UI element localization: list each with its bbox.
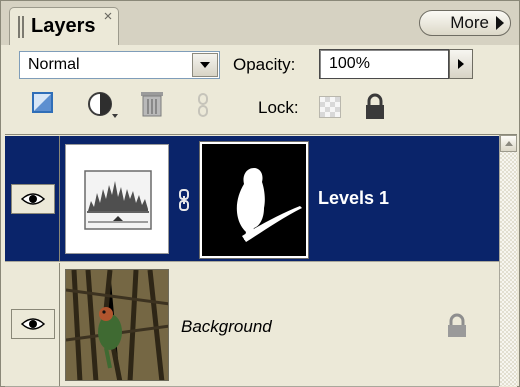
layer-list: Levels 1 Background [5,134,517,387]
grip-icon[interactable] [18,15,26,38]
opacity-label: Opacity: [233,55,296,74]
adjustment-layer-icon[interactable] [86,90,120,120]
lock-label: Lock: [258,98,299,117]
histogram-icon [84,170,152,230]
lock-icon [448,313,466,337]
chevron-down-icon [200,62,210,68]
layer-row[interactable]: Background [5,263,499,387]
chain-link-icon[interactable] [177,188,191,212]
layer-list-scrollbar[interactable] [499,135,517,386]
layer-mask-thumbnail[interactable] [199,141,309,259]
more-label: More [450,13,489,32]
visibility-toggle[interactable] [11,184,55,214]
arrow-right-icon [496,16,504,30]
close-icon[interactable] [104,12,112,20]
tab-label: Layers [31,15,96,37]
scroll-up-button[interactable] [500,135,517,152]
lock-transparency-icon[interactable] [319,96,341,118]
blend-mode-value: Normal [28,56,80,73]
eye-icon [21,193,45,205]
arrow-right-icon [458,59,464,69]
eye-icon [21,318,45,330]
opacity-slider-button[interactable] [449,49,473,79]
layer-row[interactable]: Levels 1 [5,136,499,262]
levels-adjustment-thumbnail[interactable] [65,144,169,254]
trash-icon[interactable] [139,90,165,118]
layer-name[interactable]: Levels 1 [318,188,389,209]
lock-all-icon[interactable] [364,93,386,121]
bird-photo-image [66,270,168,380]
layers-panel: Layers More Normal Opacity: 100% Lock: L… [0,0,520,387]
panel-tab-strip: Layers More [1,1,519,45]
link-icon [198,93,208,117]
layer-name[interactable]: Background [181,317,272,337]
divider [59,263,60,386]
opacity-input[interactable]: 100% [319,49,449,79]
new-fill-layer-icon[interactable] [31,91,55,115]
blend-mode-select[interactable]: Normal [19,51,220,79]
divider [59,136,60,261]
blend-mode-dropdown-button[interactable] [192,53,218,77]
owl-silhouette-icon [236,168,302,242]
visibility-toggle[interactable] [11,309,55,339]
opacity-value: 100% [329,55,370,72]
layer-thumbnail[interactable] [65,269,169,381]
tab-layers[interactable]: Layers [9,7,119,45]
chevron-up-icon [504,141,513,146]
more-button[interactable]: More [419,10,511,36]
